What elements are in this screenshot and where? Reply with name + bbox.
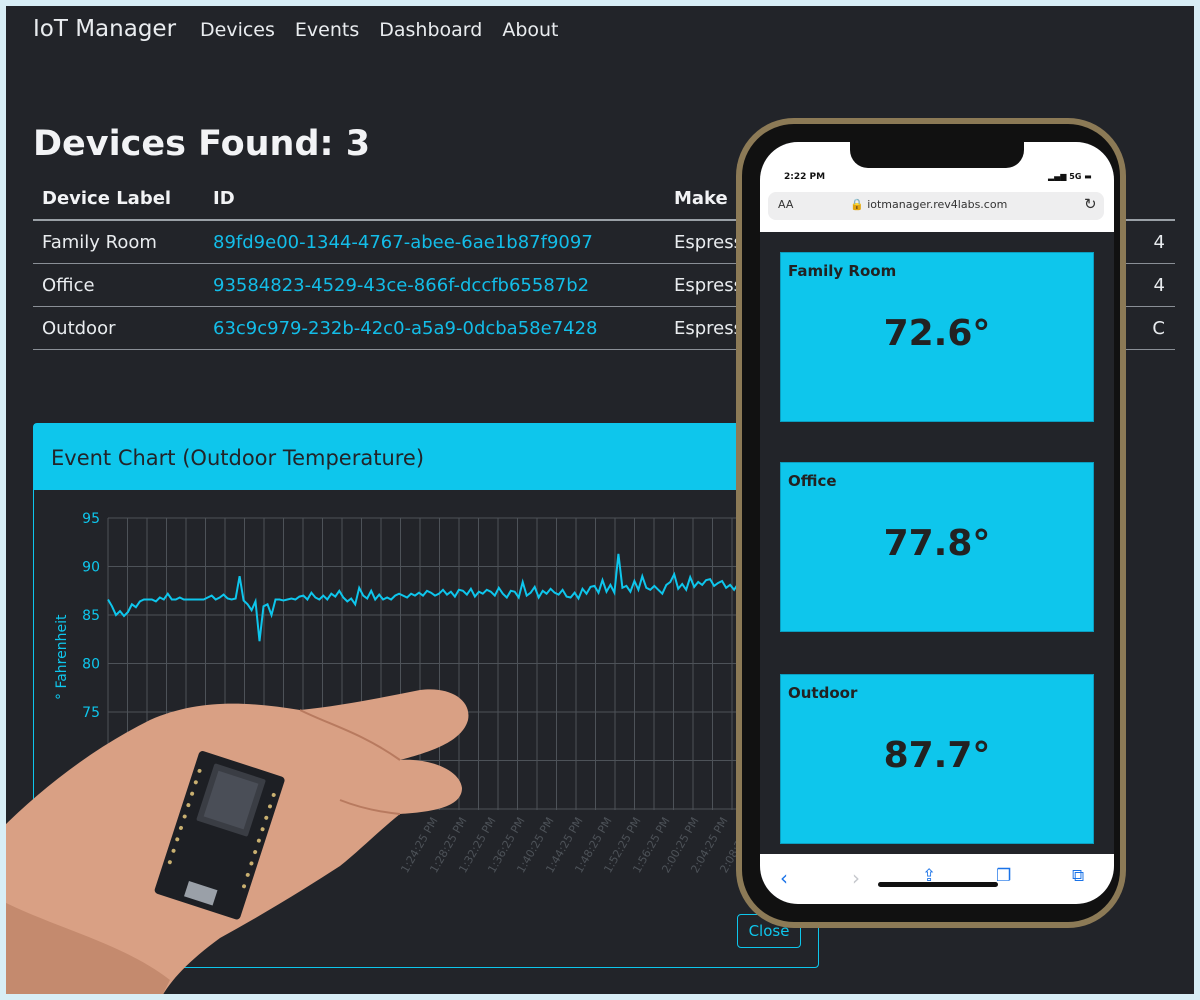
app-window: IoT Manager Devices Events Dashboard Abo… <box>0 0 1200 1000</box>
device-label: Outdoor <box>33 306 204 350</box>
phone-bezel: 2:22 PM ▂▄▆ 5G ▬ AA 🔒 iotmanager.rev4lab… <box>742 124 1120 922</box>
nav-link-dashboard[interactable]: Dashboard <box>379 19 482 41</box>
nav-link-about[interactable]: About <box>502 19 558 41</box>
device-id-link[interactable]: 63c9c979-232b-42c0-a5a9-0dcba58e7428 <box>204 306 665 350</box>
tabs-icon[interactable]: ⧉ <box>1072 866 1084 886</box>
lock-icon: 🔒 <box>850 198 864 211</box>
tile-temperature: 72.6° <box>883 313 991 354</box>
battery-icon: ▬ <box>1081 172 1092 181</box>
hand-with-board-image <box>0 689 469 1000</box>
nav-link-events[interactable]: Events <box>295 19 359 41</box>
card-title: Event Chart (Outdoor Temperature) <box>51 446 425 470</box>
tile-temperature: 77.8° <box>883 523 991 564</box>
browser-toolbar: ‹ › ⇪ ❐ ⧉ <box>760 854 1114 904</box>
bookmarks-icon[interactable]: ❐ <box>996 866 1011 886</box>
device-label: Office <box>33 263 204 307</box>
url-text: 🔒 iotmanager.rev4labs.com <box>850 198 1007 211</box>
phone-notch <box>850 142 1024 168</box>
back-icon[interactable]: ‹ <box>780 866 788 890</box>
page-title: Devices Found: 3 <box>33 124 371 164</box>
tile-label: Outdoor <box>788 684 858 702</box>
phone-screen: 2:22 PM ▂▄▆ 5G ▬ AA 🔒 iotmanager.rev4lab… <box>760 142 1114 904</box>
column-header-label: Device Label <box>33 180 204 221</box>
column-header-id: ID <box>204 180 665 221</box>
device-id-link[interactable]: 93584823-4529-43ce-866f-dccfb65587b2 <box>204 263 665 307</box>
status-bar: 2:22 PM ▂▄▆ 5G ▬ <box>760 142 1114 184</box>
brand-title[interactable]: IoT Manager <box>33 16 176 42</box>
browser-address-bar: AA 🔒 iotmanager.rev4labs.com ↻ <box>760 184 1114 232</box>
y-tick-label: 85 <box>82 608 100 624</box>
tile-temperature: 87.7° <box>883 735 991 776</box>
url-value: iotmanager.rev4labs.com <box>867 198 1008 211</box>
device-label: Family Room <box>33 220 204 264</box>
signal-icon: ▂▄▆ <box>1048 172 1070 181</box>
status-signal: ▂▄▆ 5G ▬ <box>1048 172 1092 181</box>
y-tick-label: 95 <box>82 511 100 527</box>
device-id-link[interactable]: 89fd9e00-1344-4767-abee-6ae1b87f9097 <box>204 220 665 264</box>
device-tile[interactable]: Outdoor 87.7° <box>780 674 1094 844</box>
reload-icon[interactable]: ↻ <box>1084 195 1097 213</box>
nav-link-devices[interactable]: Devices <box>200 19 275 41</box>
home-indicator <box>878 882 998 887</box>
url-field[interactable]: AA 🔒 iotmanager.rev4labs.com ↻ <box>768 192 1104 220</box>
main-nav: Devices Events Dashboard About <box>200 19 559 41</box>
tile-label: Family Room <box>788 262 897 280</box>
forward-icon[interactable]: › <box>852 866 860 890</box>
device-tile[interactable]: Family Room 72.6° <box>780 252 1094 422</box>
reader-aa-button[interactable]: AA <box>778 198 793 211</box>
status-time: 2:22 PM <box>784 172 826 182</box>
tile-label: Office <box>788 472 837 490</box>
network-type: 5G <box>1069 172 1082 181</box>
y-tick-label: 80 <box>82 657 100 673</box>
device-tile[interactable]: Office 77.8° <box>780 462 1094 632</box>
card-header: Event Chart (Outdoor Temperature) <box>34 424 818 490</box>
phone-mockup: 2:22 PM ▂▄▆ 5G ▬ AA 🔒 iotmanager.rev4lab… <box>736 118 1126 928</box>
y-tick-label: 90 <box>82 560 100 576</box>
